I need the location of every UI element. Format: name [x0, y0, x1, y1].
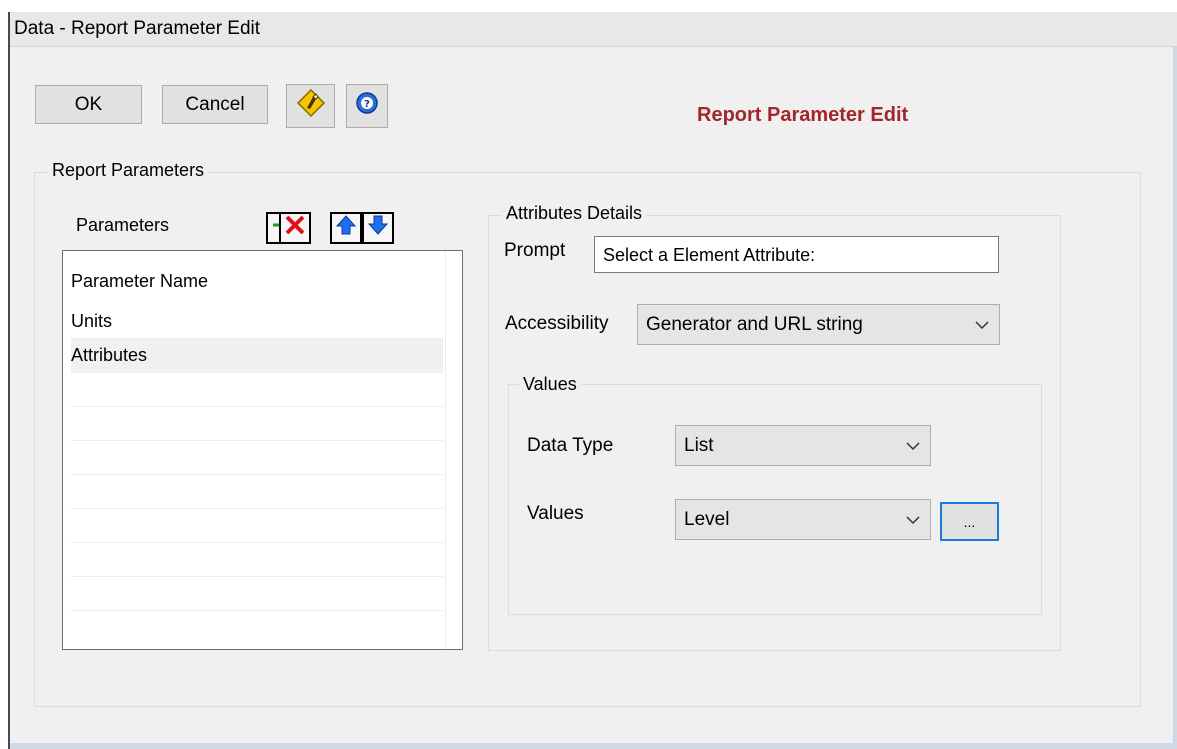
list-item [71, 441, 443, 475]
prompt-field-value: Select a Element Attribute: [603, 245, 816, 265]
window-title: Data - Report Parameter Edit [14, 18, 261, 39]
cancel-button-label: Cancel [185, 94, 245, 115]
list-item [71, 509, 443, 543]
svg-text:?: ? [364, 99, 370, 110]
list-item[interactable]: Units [71, 305, 443, 339]
wizard-button[interactable] [286, 84, 335, 128]
list-item [71, 475, 443, 509]
data-type-select[interactable]: List [675, 425, 931, 466]
list-item-label: Attributes [71, 345, 148, 365]
list-item[interactable]: Attributes [71, 339, 443, 373]
values-label: Values [527, 503, 584, 524]
move-up-button[interactable] [330, 212, 362, 244]
list-item [71, 577, 443, 611]
window-frame-right [1173, 46, 1177, 749]
list-item-label: Units [71, 311, 113, 331]
help-button[interactable]: ? [346, 84, 388, 128]
list-column-divider [445, 251, 446, 649]
move-up-icon [335, 214, 357, 242]
report-parameters-group-label: Report Parameters [48, 160, 209, 181]
chevron-down-icon [906, 435, 920, 457]
help-icon: ? [355, 91, 379, 121]
list-header[interactable]: Parameter Name [71, 265, 443, 299]
accessibility-select[interactable]: Generator and URL string [637, 304, 1000, 345]
values-select-value: Level [684, 508, 730, 530]
values-select[interactable]: Level [675, 499, 931, 540]
window-frame-bottom [10, 743, 1177, 749]
values-group-label: Values [519, 374, 581, 395]
accessibility-label: Accessibility [505, 313, 609, 334]
browse-values-button-label: ... [963, 514, 976, 530]
list-item [71, 407, 443, 441]
move-down-icon [367, 214, 389, 242]
page-title: Report Parameter Edit [697, 104, 909, 126]
prompt-label: Prompt [504, 240, 566, 261]
list-item [71, 373, 443, 407]
parameters-list[interactable]: Parameter Name Units Attributes [62, 250, 463, 650]
list-item [71, 611, 443, 645]
ok-button-label: OK [74, 94, 103, 115]
data-type-select-value: List [684, 434, 714, 456]
parameters-label: Parameters [76, 215, 170, 235]
wizard-icon [296, 88, 326, 124]
cancel-button[interactable]: Cancel [162, 85, 268, 124]
chevron-down-icon [975, 314, 989, 336]
delete-parameter-button[interactable] [279, 212, 311, 244]
accessibility-select-value: Generator and URL string [646, 313, 863, 335]
attributes-details-group-label: Attributes Details [502, 203, 647, 224]
column-header-parameter-name: Parameter Name [71, 271, 209, 291]
list-item [71, 543, 443, 577]
prompt-field[interactable]: Select a Element Attribute: [594, 236, 999, 273]
chevron-down-icon [906, 509, 920, 531]
delete-icon [284, 214, 306, 242]
title-bar: Data - Report Parameter Edit [10, 12, 1177, 47]
ok-button[interactable]: OK [35, 85, 142, 124]
move-down-button[interactable] [362, 212, 394, 244]
browse-values-button[interactable]: ... [940, 502, 999, 541]
cropped-text-fragment [0, 0, 300, 5]
data-type-label: Data Type [527, 435, 614, 456]
